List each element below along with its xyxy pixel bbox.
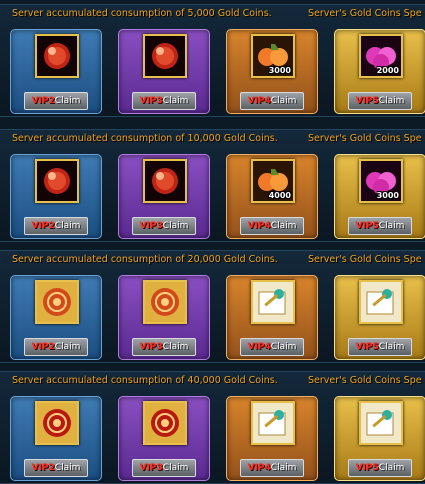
spiral-scroll-icon[interactable] (35, 280, 79, 324)
section-title: Server accumulated consumption of 40,000… (12, 375, 278, 386)
section-header: Server accumulated consumption of 10,000… (0, 130, 425, 150)
claim-button[interactable]: VIP5 Claim (348, 217, 412, 235)
claim-button[interactable]: VIP2 Claim (24, 92, 88, 110)
section-title: Server accumulated consumption of 20,000… (12, 254, 278, 265)
claim-button[interactable]: VIP4 Claim (240, 459, 304, 477)
claim-button[interactable]: VIP5 Claim (348, 92, 412, 110)
reward-card-vip4: VIP4 Claim (226, 275, 318, 360)
claim-button[interactable]: VIP5 Claim (348, 459, 412, 477)
claim-button[interactable]: VIP3 Claim (132, 217, 196, 235)
claim-button[interactable]: VIP5 Claim (348, 338, 412, 356)
section-title: Server accumulated consumption of 5,000 … (12, 8, 272, 19)
reward-card-vip3: VIP3 Claim (118, 275, 210, 360)
peach-icon[interactable]: 2000 (359, 34, 403, 78)
peach-icon[interactable]: 4000 (251, 159, 295, 203)
reward-card-vip3: VIP3 Claim (118, 154, 210, 239)
key-scroll-icon[interactable] (251, 280, 295, 324)
peach-icon[interactable]: 3000 (359, 159, 403, 203)
claim-button[interactable]: VIP4 Claim (240, 92, 304, 110)
reward-card-vip3: VIP3 Claim (118, 29, 210, 114)
red-orb-icon[interactable] (143, 159, 187, 203)
claim-button[interactable]: VIP2 Claim (24, 217, 88, 235)
reward-card-vip4: VIP4 Claim (226, 396, 318, 481)
reward-card-vip5: VIP5 Claim (334, 396, 425, 481)
claim-button[interactable]: VIP2 Claim (24, 338, 88, 356)
section-header: Server accumulated consumption of 40,000… (0, 372, 425, 392)
key-scroll-icon[interactable] (251, 401, 295, 445)
key-scroll-icon[interactable] (359, 280, 403, 324)
reward-card-vip5: 2000 VIP5 Claim (334, 29, 425, 114)
reward-card-vip5: 3000 VIP5 Claim (334, 154, 425, 239)
section-extra-title: Server's Gold Coins Spe (308, 254, 422, 265)
claim-button[interactable]: VIP4 Claim (240, 338, 304, 356)
section-extra-title: Server's Gold Coins Spe (308, 375, 422, 386)
spiral-scroll-icon[interactable] (143, 401, 187, 445)
section-header: Server accumulated consumption of 20,000… (0, 251, 425, 271)
reward-card-vip4: 3000 VIP4 Claim (226, 29, 318, 114)
reward-card-vip2: VIP2 Claim (10, 29, 102, 114)
section-extra-title: Server's Gold Coins Spe (308, 133, 422, 144)
reward-card-vip2: VIP2 Claim (10, 154, 102, 239)
red-orb-icon[interactable] (35, 34, 79, 78)
section-header: Server accumulated consumption of 5,000 … (0, 5, 425, 25)
red-orb-icon[interactable] (35, 159, 79, 203)
reward-section-20000: Server accumulated consumption of 20,000… (0, 250, 425, 363)
key-scroll-icon[interactable] (359, 401, 403, 445)
spiral-scroll-icon[interactable] (35, 401, 79, 445)
reward-card-vip4: 4000 VIP4 Claim (226, 154, 318, 239)
reward-section-5000: Server accumulated consumption of 5,000 … (0, 4, 425, 117)
claim-button[interactable]: VIP4 Claim (240, 217, 304, 235)
claim-button[interactable]: VIP3 Claim (132, 459, 196, 477)
reward-card-vip2: VIP2 Claim (10, 275, 102, 360)
reward-card-vip2: VIP2 Claim (10, 396, 102, 481)
reward-section-10000: Server accumulated consumption of 10,000… (0, 129, 425, 242)
spiral-scroll-icon[interactable] (143, 280, 187, 324)
reward-card-vip5: VIP5 Claim (334, 275, 425, 360)
peach-icon[interactable]: 3000 (251, 34, 295, 78)
claim-button[interactable]: VIP3 Claim (132, 92, 196, 110)
section-title: Server accumulated consumption of 10,000… (12, 133, 278, 144)
section-extra-title: Server's Gold Coins Spe (308, 8, 422, 19)
claim-button[interactable]: VIP2 Claim (24, 459, 88, 477)
reward-section-40000: Server accumulated consumption of 40,000… (0, 371, 425, 484)
claim-button[interactable]: VIP3 Claim (132, 338, 196, 356)
red-orb-icon[interactable] (143, 34, 187, 78)
reward-card-vip3: VIP3 Claim (118, 396, 210, 481)
